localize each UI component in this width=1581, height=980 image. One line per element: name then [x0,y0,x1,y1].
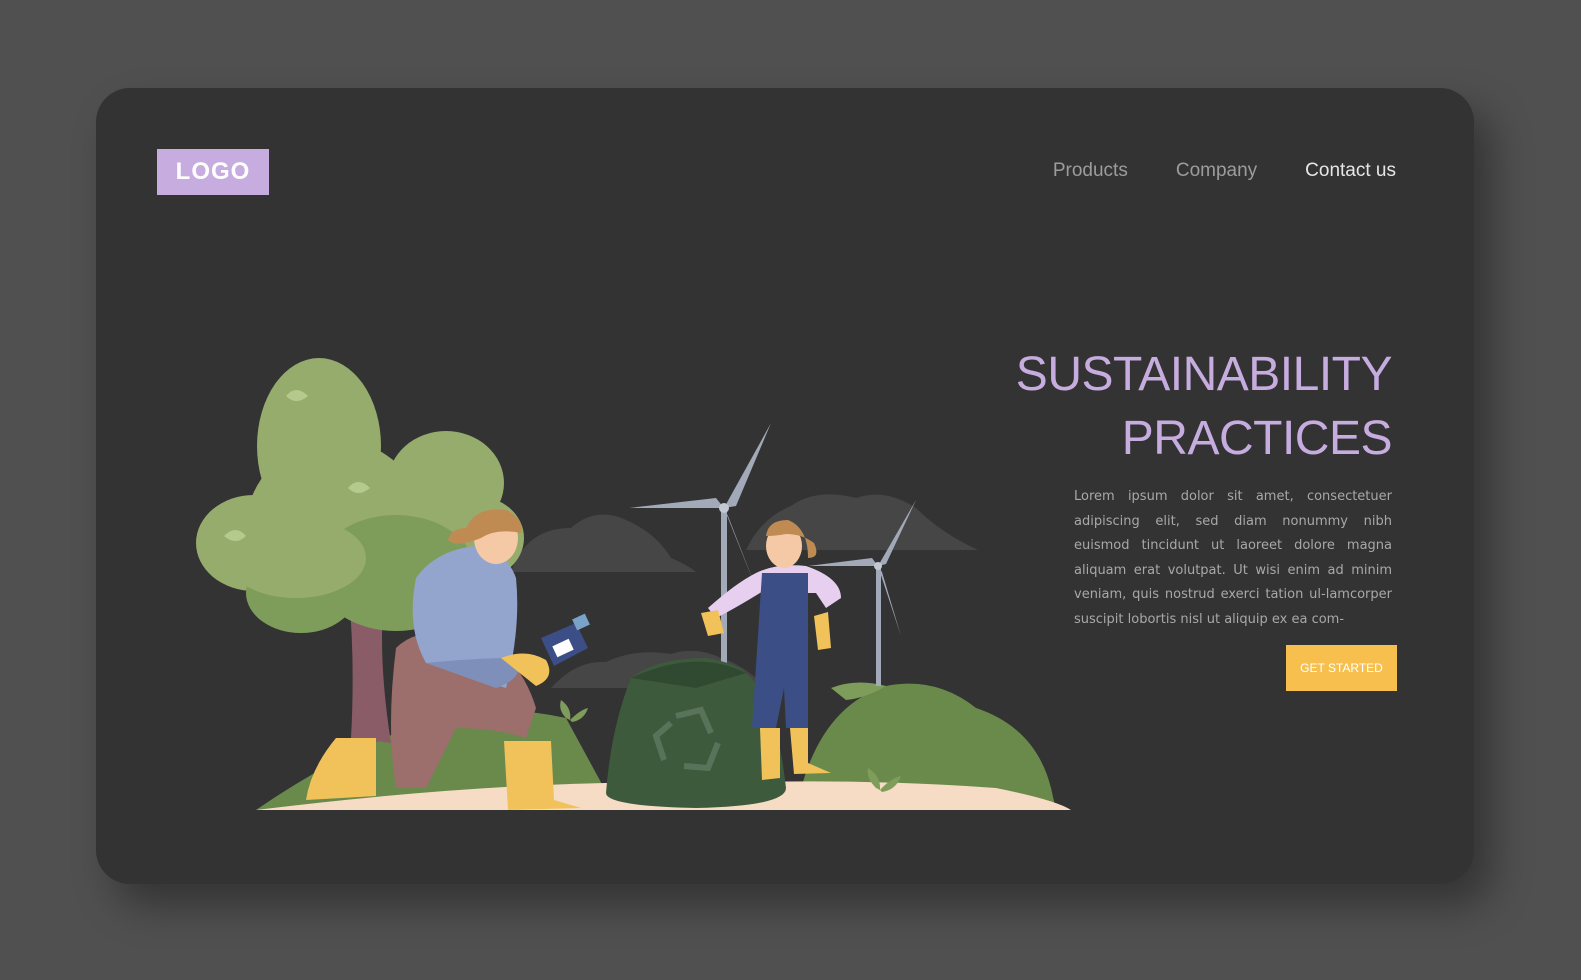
landing-card: LOGO Products Company Contact us SUSTAIN… [96,88,1474,884]
get-started-button[interactable]: GET STARTED [1286,645,1397,691]
title-line-2: PRACTICES [1121,412,1393,465]
bottle-icon [541,613,590,666]
title-line-1: SUSTAINABILITY [1015,348,1393,401]
page-title: SUSTAINABILITY PRACTICES [1015,343,1393,471]
hero-description: Lorem ipsum dolor sit amet, consectetuer… [1074,489,1392,627]
